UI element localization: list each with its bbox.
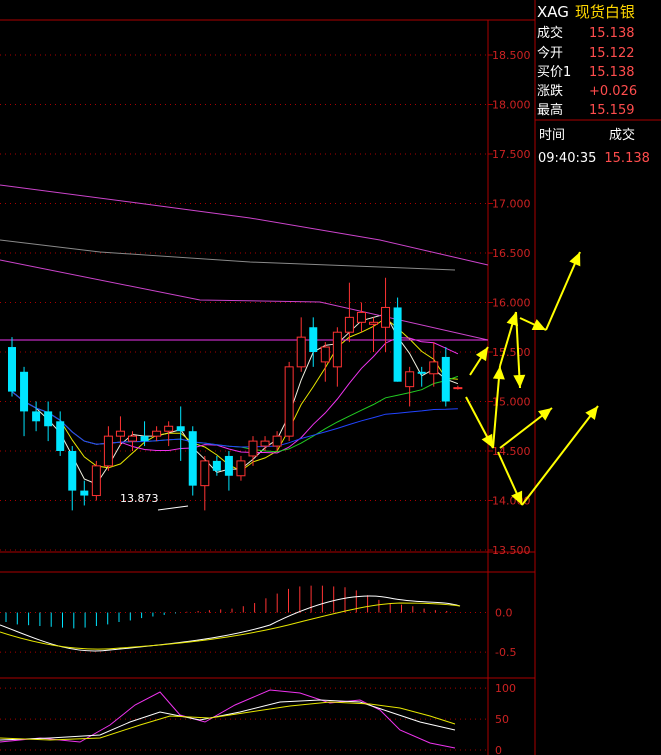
kdj-d-line [0, 701, 456, 741]
price-tick-label: 16.500 [492, 247, 531, 260]
kdj-panel: 100 50 0 [0, 682, 516, 755]
price-tick-label: 15.500 [492, 346, 531, 359]
candle-body [441, 356, 450, 402]
kdj-tick-label: 0 [495, 744, 502, 755]
candle-body [417, 371, 426, 374]
instrument-code: XAG [537, 3, 569, 21]
instrument-name: 现货白银 [574, 3, 635, 21]
candle-body [188, 431, 197, 486]
price-tick-label: 17.000 [492, 198, 531, 211]
candle-body [405, 371, 415, 388]
quote-label: 买价1 [537, 65, 572, 80]
candle-body [164, 425, 174, 432]
quote-label: 成交 [537, 26, 564, 41]
candle-body [128, 435, 137, 442]
quote-row-last: 成交 15.138 [537, 24, 661, 43]
instrument-header: XAG 现货白银 [537, 4, 635, 21]
quote-row-open: 今开 15.122 [537, 44, 661, 63]
macd-tick-label: 0.0 [495, 607, 513, 620]
ma-line-40 [11, 391, 458, 448]
candle-body [236, 460, 246, 477]
candle-body [200, 460, 210, 487]
candle-body [453, 387, 463, 390]
candle-body [381, 306, 391, 328]
candle-body [393, 307, 402, 382]
quote-value: 15.138 [589, 65, 635, 80]
candle-body [56, 421, 65, 451]
tick-row: 09:40:35 15.138 [538, 151, 650, 166]
quote-label: 最高 [537, 103, 564, 118]
low-price-annotation: 13.873 [120, 492, 159, 505]
quote-row-high: 最高 15.159 [537, 101, 661, 120]
candle-body [212, 460, 221, 471]
candle-body [260, 440, 270, 447]
quote-value: 15.159 [589, 103, 635, 118]
kdj-tick-label: 50 [495, 713, 509, 726]
candle-body [140, 436, 149, 442]
candle-body [429, 361, 439, 375]
price-tick-label: 16.000 [492, 297, 531, 310]
candle-body [80, 490, 89, 496]
quote-value: 15.138 [589, 26, 635, 41]
arrow-head [475, 347, 488, 362]
price-tick-label: 14.500 [492, 445, 531, 458]
ticks-time-header: 时间 [539, 128, 566, 143]
ma-line-gray [0, 239, 456, 271]
candle-body [284, 366, 294, 437]
price-axis: 18.500 18.000 17.500 17.000 16.500 16.000 15.5… [488, 49, 531, 557]
ma-line-long [0, 184, 489, 266]
candle-body [309, 327, 318, 352]
candle-body [224, 455, 233, 476]
quote-row-bid: 买价1 15.138 [537, 63, 661, 82]
quote-value: 15.122 [589, 46, 635, 61]
macd-panel: 0.0 -0.5 [0, 585, 516, 659]
quote-value: +0.026 [589, 84, 638, 99]
price-tick-label: 13.500 [492, 544, 531, 557]
candle-body [115, 430, 125, 437]
quote-label: 涨跌 [537, 84, 564, 99]
candle-body [344, 316, 354, 333]
arrow-head [513, 374, 526, 388]
candle-body [20, 371, 29, 412]
candle-body [32, 411, 41, 422]
candle-body [91, 465, 101, 497]
candle-body [248, 440, 258, 457]
price-tick-label: 18.000 [492, 99, 531, 112]
ma-line-10 [11, 337, 459, 454]
candle-body [176, 426, 185, 432]
macd-dea-line [0, 602, 461, 650]
price-tick-label: 17.500 [492, 148, 531, 161]
candle-body [152, 430, 162, 437]
candle-body [296, 336, 306, 368]
macd-tick-label: -0.5 [495, 646, 516, 659]
price-tick-label: 18.500 [492, 49, 531, 62]
ticks-price-header: 成交 [609, 128, 636, 143]
ma-line-5 [11, 317, 458, 472]
tick-time: 09:40:35 [538, 151, 597, 166]
arrow-head [492, 366, 505, 380]
candle-body [44, 411, 53, 427]
low-price-leader [157, 505, 189, 511]
candle-body [68, 451, 77, 491]
candle-body [332, 331, 342, 368]
quote-row-change: 涨跌 +0.026 [537, 82, 661, 101]
macd-dif-line [0, 595, 461, 652]
candles-layer [8, 277, 463, 511]
kdj-tick-label: 100 [495, 682, 516, 695]
moving-average-lines [0, 184, 489, 485]
quote-label: 今开 [537, 46, 564, 61]
quote-panel: XAG 现货白银 成交 15.138 今开 15.122 买价1 15.138 涨… [535, 0, 661, 755]
ma-line-pink [0, 259, 489, 341]
tick-price: 15.138 [604, 151, 650, 166]
candle-body [320, 346, 330, 363]
candle-body [8, 347, 16, 392]
candle-body [272, 435, 282, 447]
candle-body [356, 311, 366, 323]
candle-body [369, 321, 378, 325]
candle-body [103, 435, 113, 467]
